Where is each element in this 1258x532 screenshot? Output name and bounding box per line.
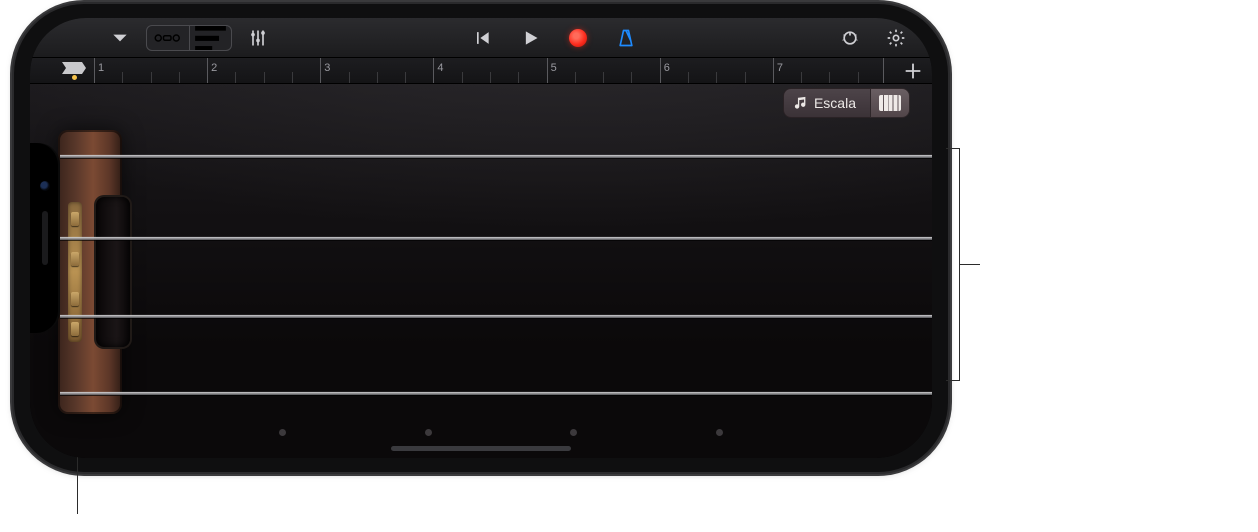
rewind-icon	[472, 28, 492, 48]
cycle-locator-icon[interactable]	[60, 60, 88, 76]
bar-number: 1	[98, 62, 104, 74]
control-bar	[30, 18, 932, 58]
browser-icon	[153, 29, 183, 47]
instrument-neck	[58, 130, 122, 414]
instrument-bridge	[96, 197, 130, 347]
scale-label: Escala	[814, 95, 856, 111]
song-settings-button[interactable]	[876, 25, 916, 51]
sliders-icon	[248, 28, 268, 48]
fret-dot	[425, 429, 432, 436]
beat-marker	[377, 72, 378, 83]
fret-dot	[279, 429, 286, 436]
go-to-beginning-button[interactable]	[465, 25, 499, 51]
knob-icon	[840, 28, 860, 48]
timeline-ruler[interactable]: 1 2 3 4 5 6 7	[30, 58, 932, 84]
keyboard-layout-button[interactable]	[870, 88, 910, 118]
app-screen: 1 2 3 4 5 6 7 Escala	[30, 18, 932, 458]
tuning-peg	[71, 322, 79, 336]
browser-view-button[interactable]	[147, 26, 189, 50]
touch-instrument-area[interactable]	[30, 84, 932, 458]
beat-marker	[122, 72, 123, 83]
string-1[interactable]	[60, 155, 932, 158]
bar-number: 6	[664, 62, 670, 74]
record-icon	[569, 29, 587, 47]
add-section-button[interactable]	[902, 60, 924, 82]
play-icon	[520, 28, 540, 48]
bar-marker	[547, 58, 548, 83]
beat-marker	[631, 72, 632, 83]
tuning-plate	[68, 202, 82, 342]
bar-marker	[433, 58, 434, 83]
bar-marker	[94, 58, 95, 83]
beat-marker	[688, 72, 689, 83]
master-effects-button[interactable]	[830, 25, 870, 51]
beat-marker	[490, 72, 491, 83]
metronome-button[interactable]	[609, 25, 643, 51]
bar-marker	[320, 58, 321, 83]
strings-group	[60, 148, 932, 394]
chevron-down-icon	[110, 28, 130, 48]
beat-marker	[292, 72, 293, 83]
beat-marker	[858, 72, 859, 83]
bar-number: 3	[324, 62, 330, 74]
string-3[interactable]	[60, 315, 932, 318]
fret-dot	[570, 429, 577, 436]
beat-marker	[603, 72, 604, 83]
home-indicator[interactable]	[391, 446, 571, 451]
record-button[interactable]	[561, 25, 595, 51]
beat-marker	[462, 72, 463, 83]
tracks-view-button[interactable]	[189, 26, 231, 50]
bar-number: 2	[211, 62, 217, 74]
callout-bracket-cap	[946, 380, 960, 381]
tuning-peg	[71, 212, 79, 226]
beat-marker	[716, 72, 717, 83]
bar-marker	[207, 58, 208, 83]
beat-marker	[349, 72, 350, 83]
play-button[interactable]	[513, 25, 547, 51]
bar-number: 7	[777, 62, 783, 74]
beat-marker	[801, 72, 802, 83]
callout-lead-right	[960, 264, 980, 265]
beat-marker	[264, 72, 265, 83]
beat-marker	[179, 72, 180, 83]
music-note-icon	[794, 96, 808, 110]
bar-marker	[773, 58, 774, 83]
beat-marker	[518, 72, 519, 83]
beat-marker	[575, 72, 576, 83]
bar-number: 5	[551, 62, 557, 74]
callout-bracket-cap	[946, 148, 960, 149]
fret-markers	[30, 429, 932, 436]
fret-dot	[716, 429, 723, 436]
beat-marker	[405, 72, 406, 83]
beat-marker	[745, 72, 746, 83]
string-2[interactable]	[60, 237, 932, 240]
keyboard-icon	[879, 95, 901, 111]
bar-marker	[660, 58, 661, 83]
scale-button[interactable]: Escala	[783, 88, 870, 118]
tracks-icon	[190, 25, 231, 51]
gear-icon	[886, 28, 906, 48]
plus-icon	[902, 60, 924, 82]
track-controls-button[interactable]	[238, 25, 278, 51]
tuning-peg	[71, 252, 79, 266]
transport-controls	[278, 25, 830, 51]
metronome-icon	[616, 28, 636, 48]
beat-marker	[829, 72, 830, 83]
playhead-start-marker	[72, 75, 77, 80]
tuning-peg	[71, 292, 79, 306]
beat-marker	[235, 72, 236, 83]
bar-number: 4	[437, 62, 443, 74]
instrument-view-tabs: Escala	[783, 88, 910, 118]
view-segmented-control	[146, 25, 232, 51]
beat-marker	[151, 72, 152, 83]
my-songs-button[interactable]	[100, 25, 140, 51]
string-4[interactable]	[60, 392, 932, 395]
device-notch	[30, 143, 58, 333]
device-frame: 1 2 3 4 5 6 7 Escala	[14, 4, 948, 472]
